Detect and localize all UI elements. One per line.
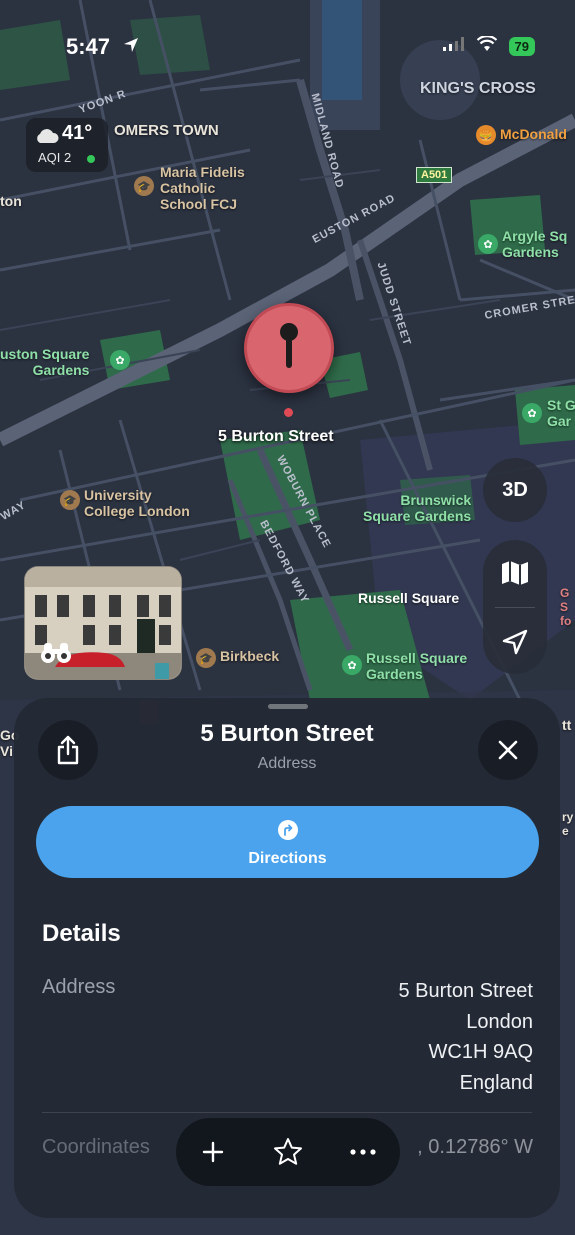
battery-indicator: 79	[508, 37, 535, 56]
map-label-russell-square[interactable]: Russell Square	[358, 590, 459, 606]
location-arrow-icon	[122, 36, 140, 59]
status-bar: 5:47 79	[0, 30, 575, 66]
address-line: London	[466, 1010, 533, 1033]
map-label-mcdonalds[interactable]: McDonald	[500, 126, 567, 142]
map-label-euston-square-gardens[interactable]: uston Square Gardens	[0, 346, 89, 378]
action-bar	[176, 1118, 400, 1186]
wifi-icon	[476, 35, 497, 57]
address-line: WC1H 9AQ	[428, 1041, 533, 1063]
school-poi-icon[interactable]: 🎓	[60, 490, 80, 510]
star-icon	[273, 1138, 302, 1165]
school-poi-icon[interactable]: 🎓	[134, 176, 154, 196]
map-label-tt: tt	[562, 717, 572, 733]
park-poi-icon[interactable]: ✿	[478, 234, 498, 254]
map-icon[interactable]	[500, 560, 530, 591]
park-poi-icon[interactable]: ✿	[522, 403, 542, 423]
coordinates-key: Coordinates	[42, 1136, 150, 1158]
weather-temperature: 41°	[62, 122, 93, 144]
directions-button[interactable]: Directions	[36, 806, 539, 878]
park-poi-icon[interactable]: ✿	[110, 350, 130, 370]
plus-icon	[203, 1141, 224, 1163]
three-d-button[interactable]: 3D	[483, 458, 547, 522]
pin-anchor-dot	[284, 408, 293, 417]
pin-label[interactable]: 5 Burton Street	[218, 428, 334, 446]
add-button[interactable]	[188, 1127, 238, 1177]
binoculars-icon	[39, 641, 73, 670]
map-label-st-gardens[interactable]: St G Gar	[547, 397, 575, 429]
map-label-russell-square-gardens[interactable]: Russell Square Gardens	[366, 650, 467, 682]
restaurant-poi-icon[interactable]: 🍔	[476, 125, 496, 145]
controls-divider	[495, 607, 535, 608]
map-label-kings-cross: KING'S CROSS	[420, 80, 536, 97]
directions-turn-icon	[278, 820, 298, 840]
details-heading: Details	[42, 920, 121, 947]
map-label-ry: ry e	[562, 810, 574, 838]
map-label-maria-fidelis[interactable]: Maria Fidelis Catholic School FCJ	[160, 164, 245, 212]
sheet-grabber[interactable]	[268, 704, 308, 709]
close-button[interactable]	[478, 720, 538, 780]
school-poi-icon[interactable]: 🎓	[196, 648, 216, 668]
location-pin[interactable]	[244, 303, 334, 393]
map-label-somers-town: OMERS TOWN	[114, 122, 219, 139]
ellipsis-icon	[350, 1149, 376, 1155]
pushpin-icon	[280, 323, 298, 368]
aqi-status-dot	[87, 155, 95, 163]
weather-aqi: AQI 2	[38, 150, 72, 165]
map-label-ton: ton	[0, 193, 22, 209]
favorite-button[interactable]	[263, 1127, 313, 1177]
map-label-brunswick[interactable]: Brunswick Square Gardens	[363, 492, 471, 524]
location-arrow-icon[interactable]	[501, 628, 529, 661]
map-label-argyle[interactable]: Argyle Sq Gardens	[502, 228, 567, 260]
coordinates-value[interactable]: , 0.12786° W	[417, 1136, 533, 1159]
address-line: 5 Burton Street	[398, 980, 533, 1002]
map-label-birkbeck[interactable]: Birkbeck	[220, 648, 279, 664]
map-label-ucl[interactable]: University College London	[84, 487, 190, 519]
place-card: 5 Burton Street Address Directions Detai…	[14, 698, 560, 1218]
address-line: England	[459, 1071, 533, 1094]
address-key: Address	[42, 976, 116, 998]
directions-label: Directions	[248, 850, 327, 867]
weather-chip[interactable]: 41° AQI 2	[26, 118, 108, 172]
map-label-gs: G S fo	[560, 586, 572, 628]
map-controls	[483, 540, 547, 674]
cellular-signal-icon	[442, 37, 465, 56]
address-value[interactable]: 5 Burton Street London WC1H 9AQ England	[398, 976, 533, 1098]
status-time: 5:47	[66, 34, 111, 59]
park-poi-icon[interactable]: ✿	[342, 655, 362, 675]
cloud-icon	[34, 128, 60, 149]
more-button[interactable]	[338, 1127, 388, 1177]
details-divider	[42, 1112, 532, 1113]
road-shield-a501: A501	[416, 167, 453, 183]
look-around-preview[interactable]	[24, 566, 182, 680]
close-icon	[498, 740, 518, 760]
